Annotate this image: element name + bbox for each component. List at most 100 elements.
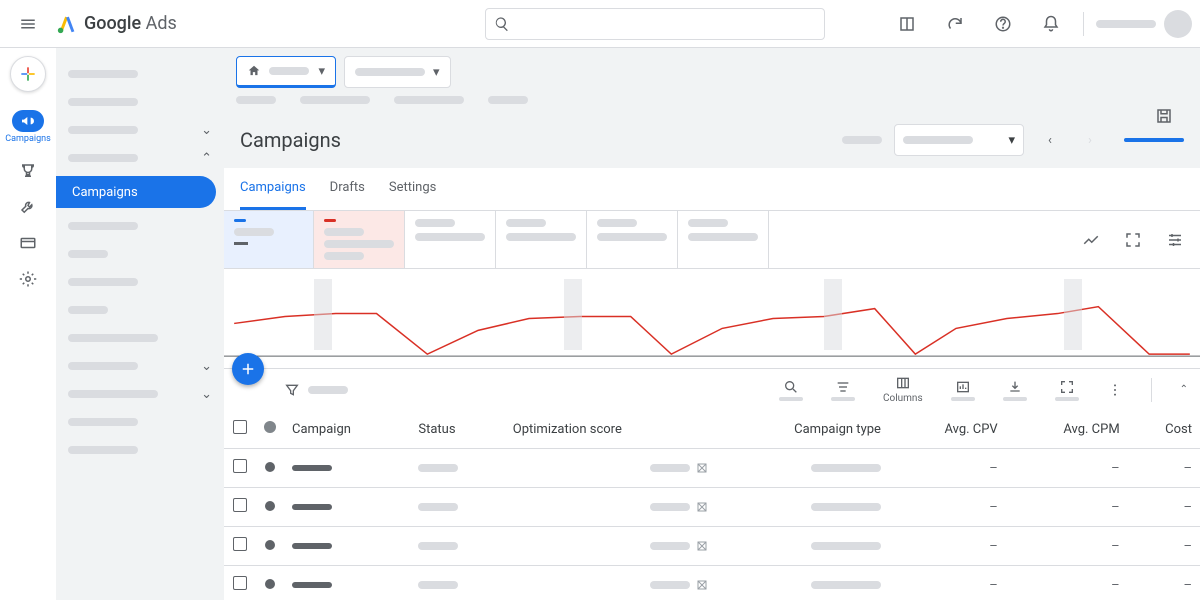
col-avg-cpm[interactable]: Avg. CPM bbox=[1006, 410, 1128, 449]
chevron-down-icon: ⌄ bbox=[201, 123, 212, 138]
col-cost[interactable]: Cost bbox=[1128, 410, 1200, 449]
table-row[interactable]: ––– bbox=[224, 449, 1200, 488]
row-checkbox[interactable] bbox=[233, 576, 247, 590]
sidebar-item[interactable]: ⌄ bbox=[56, 380, 224, 408]
rail-admin[interactable] bbox=[8, 270, 48, 288]
product-name: Ads bbox=[146, 13, 177, 34]
scope-select[interactable]: ▾ bbox=[344, 56, 451, 88]
status-dot bbox=[265, 579, 275, 589]
segment-icon[interactable] bbox=[831, 379, 855, 401]
col-type[interactable]: Campaign type bbox=[716, 410, 889, 449]
create-button[interactable] bbox=[10, 56, 46, 92]
chevron-up-icon: ⌃ bbox=[201, 151, 212, 166]
chart-type-icon[interactable] bbox=[1082, 231, 1100, 249]
scope-placeholder bbox=[355, 68, 425, 76]
sidebar-item[interactable] bbox=[56, 88, 224, 116]
status-placeholder bbox=[418, 503, 458, 511]
sidebar-item[interactable]: ⌄ bbox=[56, 116, 224, 144]
tab-settings[interactable]: Settings bbox=[389, 168, 436, 210]
col-opt-score[interactable]: Optimization score bbox=[505, 410, 716, 449]
notifications-icon[interactable] bbox=[1031, 4, 1071, 44]
col-avg-cpv[interactable]: Avg. CPV bbox=[889, 410, 1006, 449]
prev-period-button[interactable]: ‹ bbox=[1036, 126, 1064, 154]
na-icon bbox=[696, 540, 708, 552]
tab-drafts[interactable]: Drafts bbox=[330, 168, 365, 210]
menu-button[interactable] bbox=[8, 4, 48, 44]
score-placeholder bbox=[650, 503, 690, 511]
tab-campaigns[interactable]: Campaigns bbox=[240, 168, 306, 210]
table-row[interactable]: ––– bbox=[224, 488, 1200, 527]
table-row[interactable]: ––– bbox=[224, 566, 1200, 600]
rail-campaigns-label: Campaigns bbox=[5, 134, 50, 144]
type-placeholder bbox=[811, 581, 881, 589]
scorecard[interactable] bbox=[587, 211, 678, 268]
col-status[interactable]: Status bbox=[410, 410, 504, 449]
rail-tools[interactable] bbox=[8, 198, 48, 216]
filter-placeholder bbox=[308, 386, 348, 394]
refresh-icon[interactable] bbox=[935, 4, 975, 44]
caret-down-icon: ▾ bbox=[433, 65, 440, 80]
reports-icon[interactable] bbox=[951, 379, 975, 401]
rail-campaigns[interactable]: Campaigns bbox=[8, 110, 48, 144]
search-input[interactable] bbox=[485, 8, 825, 40]
logo: Google Ads bbox=[56, 13, 177, 35]
sidebar-item[interactable] bbox=[56, 60, 224, 88]
sidebar-campaigns-active[interactable]: Campaigns bbox=[56, 176, 216, 208]
sidebar-item[interactable] bbox=[56, 324, 224, 352]
scorecard[interactable] bbox=[314, 211, 405, 268]
scorecard[interactable] bbox=[405, 211, 496, 268]
sidebar-item[interactable] bbox=[56, 408, 224, 436]
columns-button[interactable]: Columns bbox=[883, 375, 923, 404]
sidebar-item[interactable] bbox=[56, 240, 224, 268]
collapse-icon[interactable]: ⌃ bbox=[1180, 384, 1188, 395]
scorecard-selected[interactable] bbox=[224, 211, 314, 268]
account-select[interactable]: ▾ bbox=[236, 56, 336, 88]
chevron-down-icon: ⌄ bbox=[201, 359, 212, 374]
type-placeholder bbox=[811, 542, 881, 550]
plus-icon bbox=[239, 360, 257, 378]
filter-icon[interactable] bbox=[284, 382, 300, 398]
date-range-select[interactable]: ▾ bbox=[894, 124, 1024, 156]
sidebar-item[interactable] bbox=[56, 436, 224, 464]
sidebar-item[interactable] bbox=[56, 268, 224, 296]
na-icon bbox=[696, 579, 708, 591]
row-checkbox[interactable] bbox=[233, 498, 247, 512]
table-search-icon[interactable] bbox=[779, 379, 803, 401]
sidebar-item[interactable] bbox=[56, 296, 224, 324]
expand-icon[interactable] bbox=[1124, 231, 1142, 249]
expand-table-icon[interactable] bbox=[1055, 379, 1079, 401]
download-icon[interactable] bbox=[1003, 379, 1027, 401]
sidebar-item[interactable]: ⌃ bbox=[56, 144, 224, 172]
save-view-icon[interactable] bbox=[1144, 96, 1184, 136]
divider bbox=[1083, 12, 1084, 36]
wrench-icon bbox=[19, 198, 37, 216]
sidebar: ⌄ ⌃ Campaigns ⌄ ⌄ bbox=[56, 48, 224, 600]
rail-goals[interactable] bbox=[8, 162, 48, 180]
type-placeholder bbox=[811, 503, 881, 511]
megaphone-icon bbox=[20, 113, 36, 129]
account-placeholder bbox=[269, 67, 309, 75]
cell-cost: – bbox=[1128, 527, 1200, 566]
adjust-icon[interactable] bbox=[1166, 231, 1184, 249]
rail-billing[interactable] bbox=[8, 234, 48, 252]
next-period-button[interactable]: › bbox=[1076, 126, 1104, 154]
sidebar-item[interactable] bbox=[56, 212, 224, 240]
add-campaign-button[interactable] bbox=[232, 353, 264, 385]
reports-icon[interactable] bbox=[887, 4, 927, 44]
score-placeholder bbox=[650, 581, 690, 589]
time-series-chart bbox=[224, 269, 1200, 369]
row-checkbox[interactable] bbox=[233, 459, 247, 473]
scorecard[interactable] bbox=[678, 211, 769, 268]
more-icon[interactable] bbox=[1107, 382, 1123, 398]
select-all-checkbox[interactable] bbox=[233, 420, 247, 434]
avatar[interactable] bbox=[1164, 10, 1192, 38]
help-icon[interactable] bbox=[983, 4, 1023, 44]
scorecard[interactable] bbox=[496, 211, 587, 268]
col-campaign[interactable]: Campaign bbox=[284, 410, 410, 449]
table-row[interactable]: ––– bbox=[224, 527, 1200, 566]
na-icon bbox=[696, 462, 708, 474]
status-dot bbox=[265, 462, 275, 472]
page-title: Campaigns bbox=[240, 128, 341, 152]
row-checkbox[interactable] bbox=[233, 537, 247, 551]
sidebar-item[interactable]: ⌄ bbox=[56, 352, 224, 380]
